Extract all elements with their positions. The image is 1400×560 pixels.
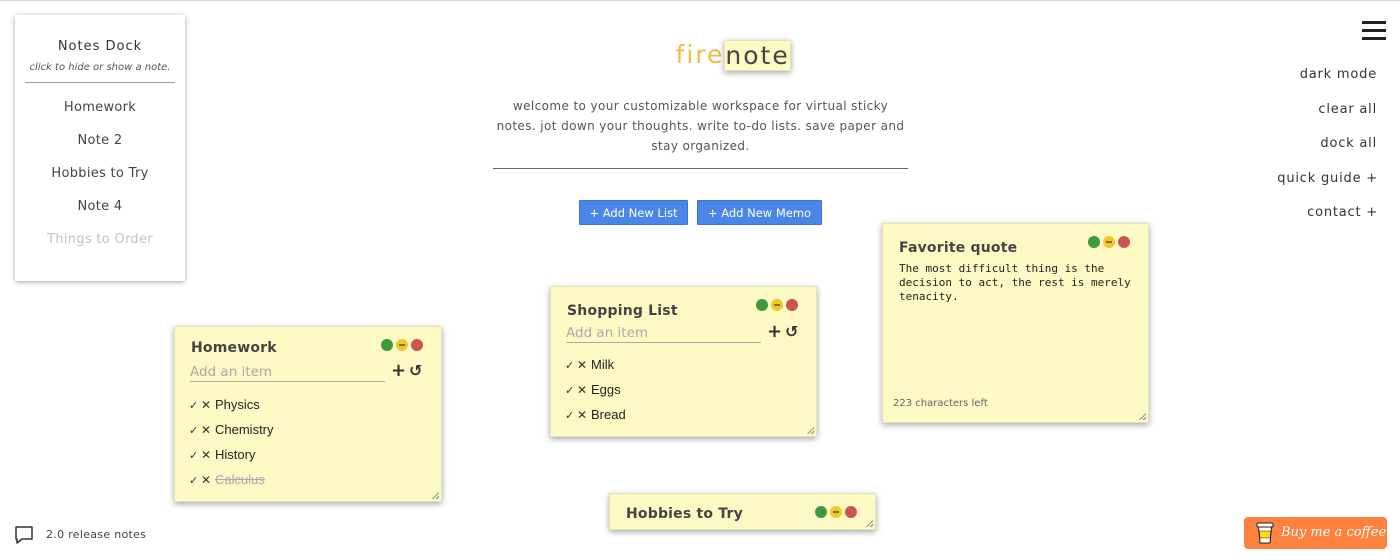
item-text: Bread [591,407,626,422]
header-divider [493,168,908,169]
undo-icon[interactable]: ↺ [785,322,798,341]
delete-icon[interactable]: ✕ [577,378,591,403]
close-icon[interactable] [845,506,857,518]
add-icon[interactable]: + [391,360,406,381]
character-counter: 223 characters left [893,398,988,409]
check-icon[interactable]: ✓ [189,444,201,469]
note-title: Shopping List [567,303,678,319]
undo-icon[interactable]: ↺ [409,361,422,380]
green-dot-icon[interactable] [756,299,768,311]
minimize-icon[interactable] [1103,236,1115,248]
window-controls [1088,236,1132,248]
clear-all-link[interactable]: clear all [1318,102,1377,117]
item-text: Physics [215,397,260,412]
resize-handle[interactable] [806,426,814,434]
dock-item-note-4[interactable]: Note 4 [15,190,185,223]
note-title: Hobbies to Try [626,506,743,522]
add-item-input[interactable] [190,362,385,382]
item-list: ✓ ✕ Physics ✓ ✕ Chemistry ✓ ✕ History ✓ ✕ Calcul… [189,392,274,492]
close-icon[interactable] [411,339,423,351]
add-item-input[interactable] [566,323,761,343]
check-icon[interactable]: ✓ [189,394,201,419]
check-icon[interactable]: ✓ [189,419,201,444]
add-new-memo-button[interactable]: + Add New Memo [697,200,822,225]
speech-bubble-icon [15,526,33,544]
green-dot-icon[interactable] [381,339,393,351]
item-text: Milk [591,357,615,372]
delete-icon[interactable]: ✕ [577,353,591,378]
list-item: ✓ ✕ History [189,442,274,467]
check-icon[interactable]: ✓ [565,354,577,379]
dock-items: Homework Note 2 Hobbies to Try Note 4 Th… [15,91,185,256]
dock-divider [25,82,175,83]
dark-mode-link[interactable]: dark mode [1300,67,1377,82]
quick-guide-link[interactable]: quick guide + [1277,171,1378,186]
item-text: Calculus [215,472,265,487]
delete-icon[interactable]: ✕ [201,418,215,443]
list-item: ✓ ✕ Eggs [565,377,626,402]
item-list: ✓ ✕ Milk ✓ ✕ Eggs ✓ ✕ Bread [565,352,626,427]
logo-note: note [724,40,791,71]
dock-item-note-2[interactable]: Note 2 [15,124,185,157]
close-icon[interactable] [1118,236,1130,248]
list-item: ✓ ✕ Milk [565,352,626,377]
item-text: Eggs [591,382,621,397]
release-notes-label: 2.0 release notes [46,528,147,541]
note-favorite-quote[interactable]: Favorite quote The most difficult thing … [882,223,1149,423]
dock-item-homework[interactable]: Homework [15,91,185,124]
tagline: welcome to your customizable workspace f… [496,99,905,153]
note-title: Favorite quote [899,240,1018,256]
delete-icon[interactable]: ✕ [201,443,215,468]
minimize-icon[interactable] [771,299,783,311]
item-text: History [215,447,256,462]
green-dot-icon[interactable] [815,506,827,518]
note-hobbies-to-try[interactable]: Hobbies to Try [609,493,876,530]
dock-all-link[interactable]: dock all [1320,136,1377,151]
add-icon[interactable]: + [767,321,782,342]
item-text: Chemistry [215,422,274,437]
delete-icon[interactable]: ✕ [577,403,591,428]
contact-link[interactable]: contact + [1307,205,1378,220]
buy-me-a-coffee-button[interactable]: Buy me a coffee [1244,517,1387,549]
add-new-list-button[interactable]: + Add New List [579,200,688,225]
delete-icon[interactable]: ✕ [201,393,215,418]
minimize-icon[interactable] [830,506,842,518]
app-logo: fire note [0,40,1400,71]
close-icon[interactable] [786,299,798,311]
logo-fire: fire [675,40,725,69]
list-item: ✓ ✕ Bread [565,402,626,427]
check-icon[interactable]: ✓ [565,404,577,429]
window-controls [381,339,425,351]
delete-icon[interactable]: ✕ [201,468,215,493]
resize-handle[interactable] [431,491,439,499]
window-controls [815,506,859,518]
window-controls [756,299,800,311]
note-homework[interactable]: Homework + ↺ ✓✕Physics ✓✕Chemistry ✓✕His… [174,326,442,502]
minimize-icon[interactable] [396,339,408,351]
note-title: Homework [191,340,277,356]
list-item: ✓ ✕ Calculus [189,467,274,492]
check-icon[interactable]: ✓ [189,469,201,494]
dock-item-hobbies-to-try[interactable]: Hobbies to Try [15,157,185,190]
coffee-label: Buy me a coffee [1281,525,1387,540]
check-icon[interactable]: ✓ [565,379,577,404]
hamburger-icon[interactable] [1362,21,1386,41]
dock-item-things-to-order[interactable]: Things to Order [15,223,185,256]
resize-handle[interactable] [865,519,873,527]
resize-handle[interactable] [1138,412,1146,420]
green-dot-icon[interactable] [1088,236,1100,248]
list-item: ✓ ✕ Physics [189,392,274,417]
memo-textarea[interactable]: The most difficult thing is the decision… [899,262,1134,392]
top-border [0,0,1400,1]
coffee-cup-icon [1256,522,1274,544]
list-item: ✓ ✕ Chemistry [189,417,274,442]
note-shopping-list[interactable]: Shopping List + ↺ ✓✕Milk ✓✕Eggs ✓✕Bread [550,286,817,437]
